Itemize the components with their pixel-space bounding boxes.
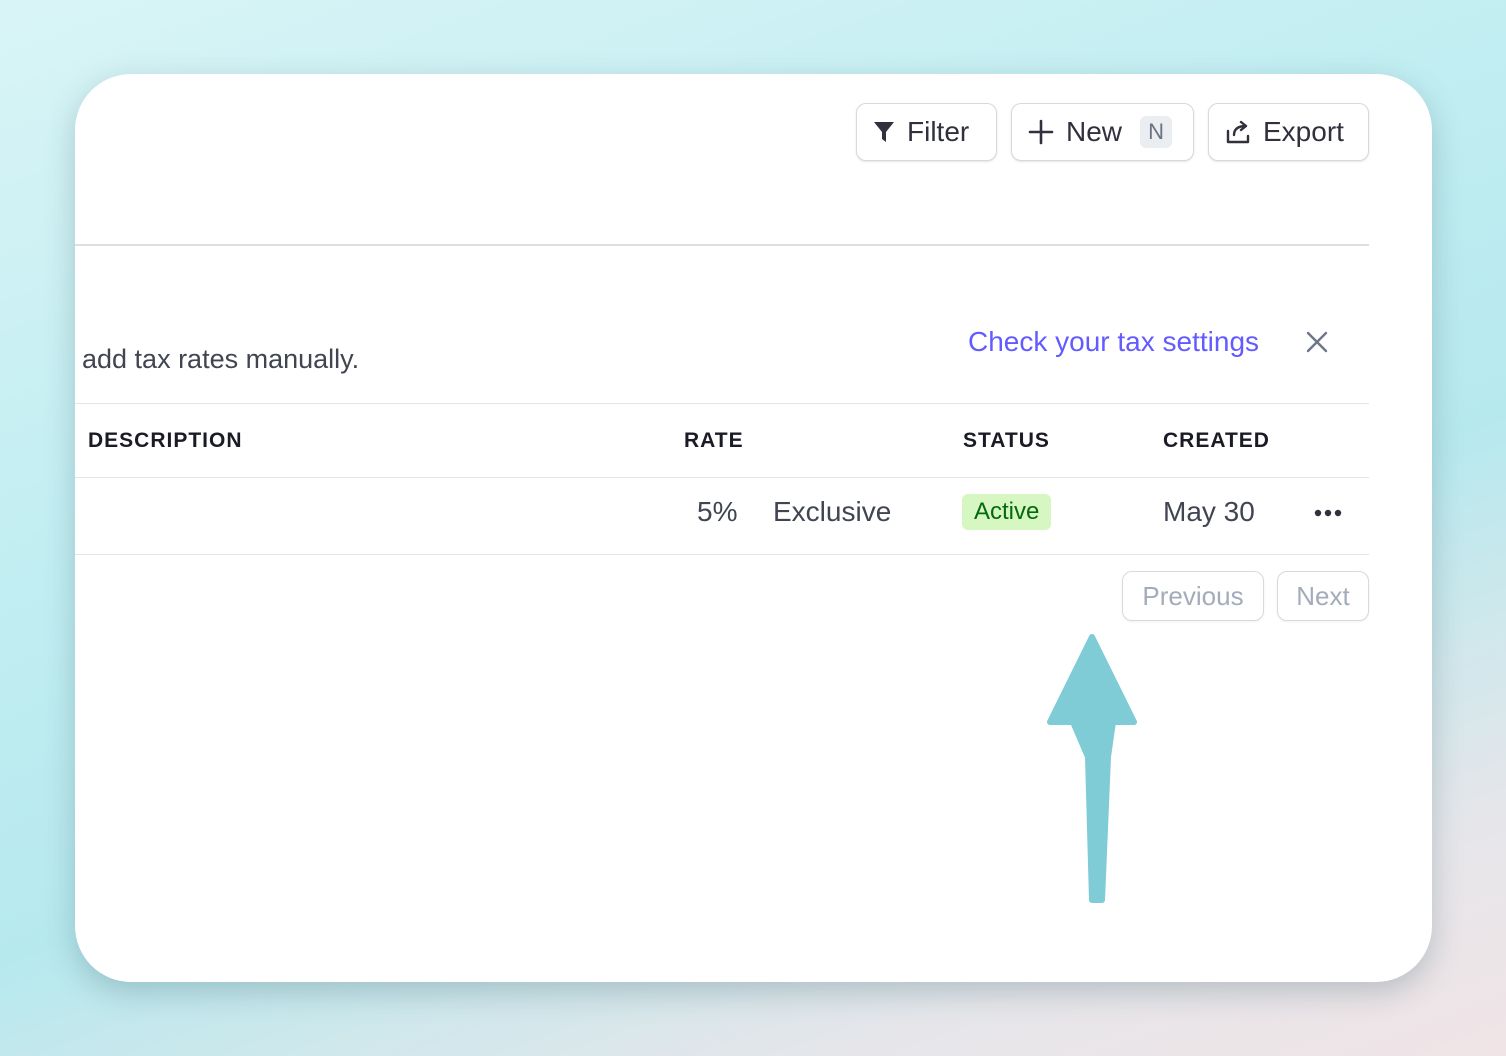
tax-settings-link[interactable]: Check your tax settings [968, 326, 1259, 358]
new-button[interactable]: New N [1011, 103, 1194, 161]
export-button-label: Export [1263, 116, 1344, 147]
column-header-status[interactable]: STATUS [963, 429, 1050, 453]
status-badge: Active [962, 494, 1052, 530]
header-divider [75, 244, 1369, 246]
tax-behavior-cell: Exclusive [773, 496, 892, 527]
new-button-label: New [1066, 116, 1123, 147]
next-page-button[interactable]: Next [1277, 571, 1369, 621]
notice-text: add tax rates manually. [82, 344, 360, 374]
table-bottom-divider [75, 554, 1369, 555]
table-header-divider [75, 477, 1369, 478]
filter-button[interactable]: Filter [856, 103, 997, 161]
column-header-created[interactable]: CREATED [1163, 429, 1270, 453]
notice-divider [75, 403, 1369, 404]
new-shortcut-key: N [1140, 116, 1173, 148]
annotation-arrow-icon [1047, 634, 1137, 903]
column-header-rate[interactable]: RATE [684, 429, 744, 453]
rate-cell: 5% [697, 496, 738, 527]
previous-page-button[interactable]: Previous [1122, 571, 1264, 621]
export-icon [1225, 119, 1251, 145]
filter-button-label: Filter [907, 116, 970, 147]
plus-icon [1028, 119, 1054, 145]
tax-rates-card: Filter New N Export add tax rates manual… [75, 74, 1432, 982]
close-icon[interactable] [1303, 328, 1331, 356]
funnel-icon [873, 120, 895, 144]
more-horizontal-icon[interactable] [1313, 505, 1343, 521]
export-button[interactable]: Export [1208, 103, 1369, 161]
column-header-description[interactable]: DESCRIPTION [88, 429, 243, 453]
created-cell: May 30 [1163, 496, 1255, 527]
